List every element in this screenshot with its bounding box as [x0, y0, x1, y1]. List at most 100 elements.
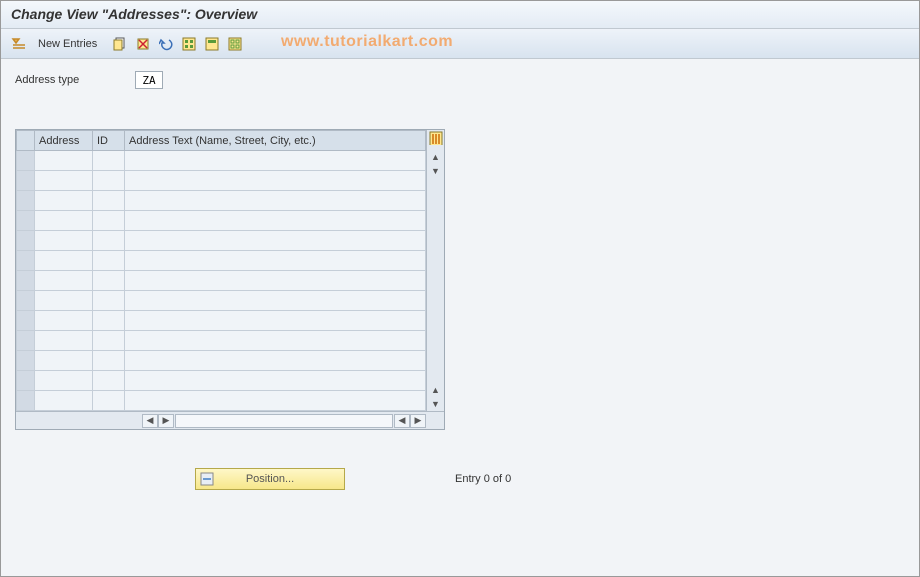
cell-id[interactable]	[93, 231, 125, 251]
position-button[interactable]: Position...	[195, 468, 345, 490]
cell-id[interactable]	[93, 271, 125, 291]
scroll-right-icon[interactable]: ▶	[158, 414, 174, 428]
cell-address[interactable]	[35, 191, 93, 211]
cell-address-text[interactable]	[125, 251, 426, 271]
table-settings-icon[interactable]	[429, 131, 443, 145]
cell-id[interactable]	[93, 191, 125, 211]
cell-id[interactable]	[93, 171, 125, 191]
cell-address[interactable]	[35, 231, 93, 251]
table-row[interactable]	[17, 231, 426, 251]
column-address[interactable]: Address	[35, 131, 93, 151]
cell-address[interactable]	[35, 151, 93, 171]
cell-address-text[interactable]	[125, 271, 426, 291]
position-icon	[200, 472, 216, 486]
cell-address-text[interactable]	[125, 311, 426, 331]
cell-id[interactable]	[93, 251, 125, 271]
row-selector[interactable]	[17, 331, 35, 351]
table-row[interactable]	[17, 291, 426, 311]
cell-address[interactable]	[35, 171, 93, 191]
cell-address-text[interactable]	[125, 151, 426, 171]
cell-address-text[interactable]	[125, 351, 426, 371]
cell-address-text[interactable]	[125, 231, 426, 251]
address-type-input[interactable]	[135, 71, 163, 89]
new-entries-button[interactable]: New Entries	[32, 36, 103, 52]
cell-address[interactable]	[35, 351, 93, 371]
column-select-all[interactable]	[17, 131, 35, 151]
toggle-icon[interactable]	[9, 34, 29, 54]
address-type-row: Address type	[15, 71, 905, 89]
scroll-right-icon[interactable]: ▶	[410, 414, 426, 428]
row-selector[interactable]	[17, 191, 35, 211]
cell-address[interactable]	[35, 391, 93, 411]
row-selector[interactable]	[17, 211, 35, 231]
cell-address-text[interactable]	[125, 371, 426, 391]
row-selector[interactable]	[17, 391, 35, 411]
row-selector[interactable]	[17, 151, 35, 171]
select-all-icon[interactable]	[179, 34, 199, 54]
cell-address[interactable]	[35, 291, 93, 311]
cell-id[interactable]	[93, 351, 125, 371]
toolbar: New Entries www.tutorialkart.com	[1, 29, 919, 59]
cell-address-text[interactable]	[125, 191, 426, 211]
cell-address-text[interactable]	[125, 391, 426, 411]
copy-icon[interactable]	[110, 34, 130, 54]
table-row[interactable]	[17, 151, 426, 171]
table-row[interactable]	[17, 271, 426, 291]
select-block-icon[interactable]	[202, 34, 222, 54]
cell-id[interactable]	[93, 331, 125, 351]
scroll-down-icon[interactable]: ▼	[429, 397, 443, 411]
content-area: Address type Address ID Address Text (Na…	[1, 59, 919, 502]
row-selector[interactable]	[17, 371, 35, 391]
cell-address-text[interactable]	[125, 331, 426, 351]
row-selector[interactable]	[17, 291, 35, 311]
cell-address[interactable]	[35, 311, 93, 331]
row-selector[interactable]	[17, 231, 35, 251]
cell-id[interactable]	[93, 211, 125, 231]
scroll-up-icon[interactable]: ▲	[429, 150, 443, 164]
undo-icon[interactable]	[156, 34, 176, 54]
cell-address[interactable]	[35, 211, 93, 231]
row-selector[interactable]	[17, 271, 35, 291]
footer-row: Position... Entry 0 of 0	[15, 468, 905, 490]
deselect-all-icon[interactable]	[225, 34, 245, 54]
cell-address-text[interactable]	[125, 171, 426, 191]
cell-address[interactable]	[35, 271, 93, 291]
cell-address-text[interactable]	[125, 211, 426, 231]
vertical-scrollbar[interactable]: ▲ ▼ ▲ ▼	[426, 130, 444, 411]
cell-id[interactable]	[93, 391, 125, 411]
scroll-left-icon[interactable]: ◀	[142, 414, 158, 428]
address-type-label: Address type	[15, 74, 125, 86]
cell-id[interactable]	[93, 291, 125, 311]
row-selector[interactable]	[17, 251, 35, 271]
cell-address[interactable]	[35, 371, 93, 391]
scroll-left-icon[interactable]: ◀	[394, 414, 410, 428]
table-row[interactable]	[17, 211, 426, 231]
row-selector[interactable]	[17, 311, 35, 331]
cell-address-text[interactable]	[125, 291, 426, 311]
table-row[interactable]	[17, 391, 426, 411]
table-row[interactable]	[17, 191, 426, 211]
column-id[interactable]: ID	[93, 131, 125, 151]
cell-id[interactable]	[93, 311, 125, 331]
scroll-up-icon[interactable]: ▲	[429, 383, 443, 397]
table-row[interactable]	[17, 331, 426, 351]
cell-address[interactable]	[35, 331, 93, 351]
cell-id[interactable]	[93, 151, 125, 171]
table-row[interactable]	[17, 171, 426, 191]
cell-id[interactable]	[93, 371, 125, 391]
table-row[interactable]	[17, 371, 426, 391]
column-address-text[interactable]: Address Text (Name, Street, City, etc.)	[125, 131, 426, 151]
table-row[interactable]	[17, 251, 426, 271]
scroll-down-icon[interactable]: ▼	[429, 164, 443, 178]
delete-icon[interactable]	[133, 34, 153, 54]
window-title: Change View "Addresses": Overview	[1, 1, 919, 29]
table-row[interactable]	[17, 351, 426, 371]
scroll-track[interactable]	[175, 414, 393, 428]
entry-count-text: Entry 0 of 0	[455, 473, 511, 485]
row-selector[interactable]	[17, 351, 35, 371]
address-table: Address ID Address Text (Name, Street, C…	[15, 129, 445, 430]
horizontal-scrollbar[interactable]: ◀ ▶ ◀ ▶	[16, 411, 444, 429]
table-row[interactable]	[17, 311, 426, 331]
cell-address[interactable]	[35, 251, 93, 271]
row-selector[interactable]	[17, 171, 35, 191]
